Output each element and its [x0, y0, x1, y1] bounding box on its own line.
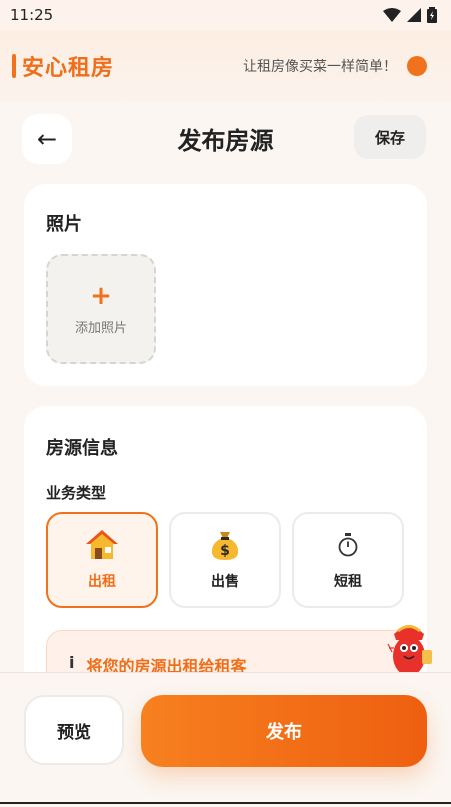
type-option-sale[interactable]: $ 出售 — [169, 512, 281, 608]
business-type-options: 出租 $ 出售 短租 — [46, 512, 404, 608]
signal-icon — [407, 8, 421, 22]
preview-button[interactable]: 预览 — [24, 695, 124, 765]
app-header: 安心租房 让租房像买菜一样简单！ — [0, 30, 451, 102]
slogan: 让租房像买菜一样简单！ — [243, 59, 397, 75]
house-icon — [85, 529, 119, 561]
svg-text:$: $ — [220, 543, 230, 559]
type-option-label: 出售 — [211, 574, 239, 590]
save-button[interactable]: 保存 — [354, 115, 426, 159]
wifi-icon — [383, 8, 401, 22]
type-option-label: 短租 — [334, 574, 362, 590]
slogan-area: 让租房像买菜一样简单！ — [243, 56, 427, 76]
nav-bar: ← 发布房源 保存 — [0, 108, 451, 168]
listing-info-title: 房源信息 — [46, 438, 118, 459]
business-type-label: 业务类型 — [46, 484, 107, 502]
stopwatch-icon — [337, 529, 359, 561]
photos-card: 照片 + 添加照片 — [24, 184, 427, 386]
publish-button[interactable]: 发布 — [141, 695, 427, 767]
brand-name: 安心租房 — [22, 56, 115, 81]
battery-icon — [427, 7, 437, 23]
type-option-label: 出租 — [88, 574, 116, 590]
plus-icon: + — [90, 280, 112, 311]
add-photo-label: 添加照片 — [74, 320, 127, 336]
status-time: 11:25 — [10, 6, 54, 24]
back-button[interactable]: ← — [22, 114, 72, 164]
type-option-rent[interactable]: 出租 — [46, 512, 158, 608]
status-icons — [383, 7, 437, 23]
listing-info-card: 房源信息 业务类型 出租 $ 出售 短租 i 将您的房源出租给租客 — [24, 406, 427, 706]
bottom-action-bar: 预览 发布 — [0, 672, 451, 807]
orange-dot-icon[interactable] — [407, 56, 427, 76]
page-title: 发布房源 — [177, 126, 274, 155]
money-bag-icon: $ — [209, 529, 241, 561]
type-option-short-rent[interactable]: 短租 — [292, 512, 404, 608]
brand: 安心租房 — [12, 50, 114, 82]
brand-accent-bar — [12, 54, 16, 78]
photos-title: 照片 — [46, 214, 82, 235]
status-bar: 11:25 — [0, 0, 451, 30]
back-arrow-icon: ← — [36, 125, 58, 153]
home-indicator — [0, 802, 451, 804]
add-photo-button[interactable]: + 添加照片 — [46, 254, 156, 364]
